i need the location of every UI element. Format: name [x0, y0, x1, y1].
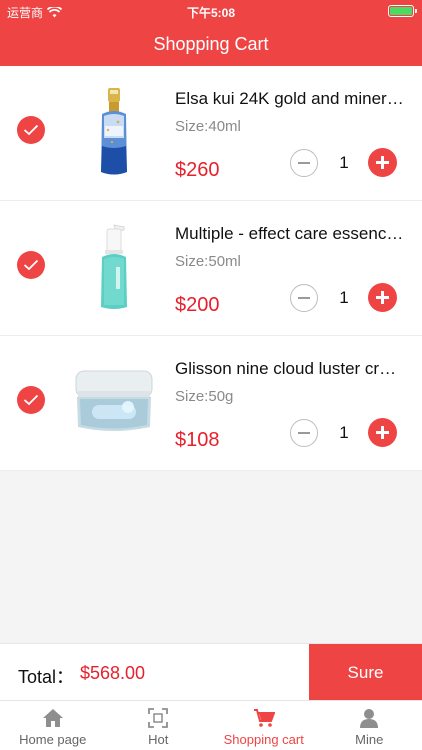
tab-label: Hot: [148, 732, 169, 747]
tab-bar: Home page Hot Shopping cart Mine: [0, 700, 422, 750]
item-size: Size:50g: [175, 388, 234, 405]
serum-bottle-image[interactable]: [66, 84, 162, 180]
status-time: 下午5:08: [186, 6, 236, 20]
item-title[interactable]: Elsa kui 24K gold and mineral essence: [175, 89, 405, 109]
decrease-quantity-button[interactable]: [290, 284, 318, 312]
tab-label: Home page: [19, 732, 87, 747]
checkmark-icon: [23, 259, 39, 271]
cart-item: Multiple - effect care essence lotion Si…: [0, 201, 422, 336]
item-title[interactable]: Glisson nine cloud luster cream: [175, 359, 405, 379]
home-icon: [42, 709, 63, 727]
lotion-bottle-image[interactable]: [66, 219, 162, 315]
cart-icon: [253, 709, 275, 727]
item-quantity: 1: [339, 153, 349, 172]
cream-jar-image[interactable]: [66, 354, 162, 450]
item-quantity: 1: [339, 288, 349, 307]
item-size: Size:50ml: [175, 253, 241, 270]
cart-list: Elsa kui 24K gold and mineral essence Si…: [0, 66, 422, 471]
increase-quantity-button[interactable]: [368, 148, 397, 177]
item-select-checkbox[interactable]: [17, 386, 45, 414]
item-price: $260: [175, 159, 220, 181]
item-price: $108: [175, 429, 220, 451]
item-title[interactable]: Multiple - effect care essence lotion: [175, 224, 405, 244]
tab-home[interactable]: Home page: [0, 701, 106, 750]
item-size: Size:40ml: [175, 118, 241, 135]
tab-hot[interactable]: Hot: [106, 701, 212, 750]
sure-button[interactable]: Sure: [309, 644, 422, 701]
checkout-bar: Total： $568.00 Sure: [0, 643, 422, 701]
total-label: Total：: [18, 667, 75, 687]
hot-grid-icon: [148, 708, 169, 728]
user-icon: [360, 709, 379, 728]
cart-item: Glisson nine cloud luster cream Size:50g…: [0, 336, 422, 471]
checkmark-icon: [23, 124, 39, 136]
increase-quantity-button[interactable]: [368, 418, 397, 447]
navigation-bar: Shopping Cart: [0, 22, 422, 66]
item-price: $200: [175, 294, 220, 316]
tab-mine[interactable]: Mine: [317, 701, 422, 750]
battery-icon: [388, 5, 417, 17]
tab-label: Shopping cart: [223, 732, 304, 747]
cart-item: Elsa kui 24K gold and mineral essence Si…: [0, 66, 422, 201]
decrease-quantity-button[interactable]: [290, 419, 318, 447]
item-quantity: 1: [339, 423, 349, 442]
decrease-quantity-button[interactable]: [290, 149, 318, 177]
item-select-checkbox[interactable]: [17, 116, 45, 144]
status-bar: 运营商 下午5:08: [0, 0, 422, 22]
tab-shopping-cart[interactable]: Shopping cart: [211, 701, 317, 750]
item-select-checkbox[interactable]: [17, 251, 45, 279]
tab-label: Mine: [355, 732, 384, 747]
page-title: Shopping Cart: [153, 33, 269, 54]
total-value: $568.00: [80, 663, 146, 683]
checkmark-icon: [23, 394, 39, 406]
increase-quantity-button[interactable]: [368, 283, 397, 312]
